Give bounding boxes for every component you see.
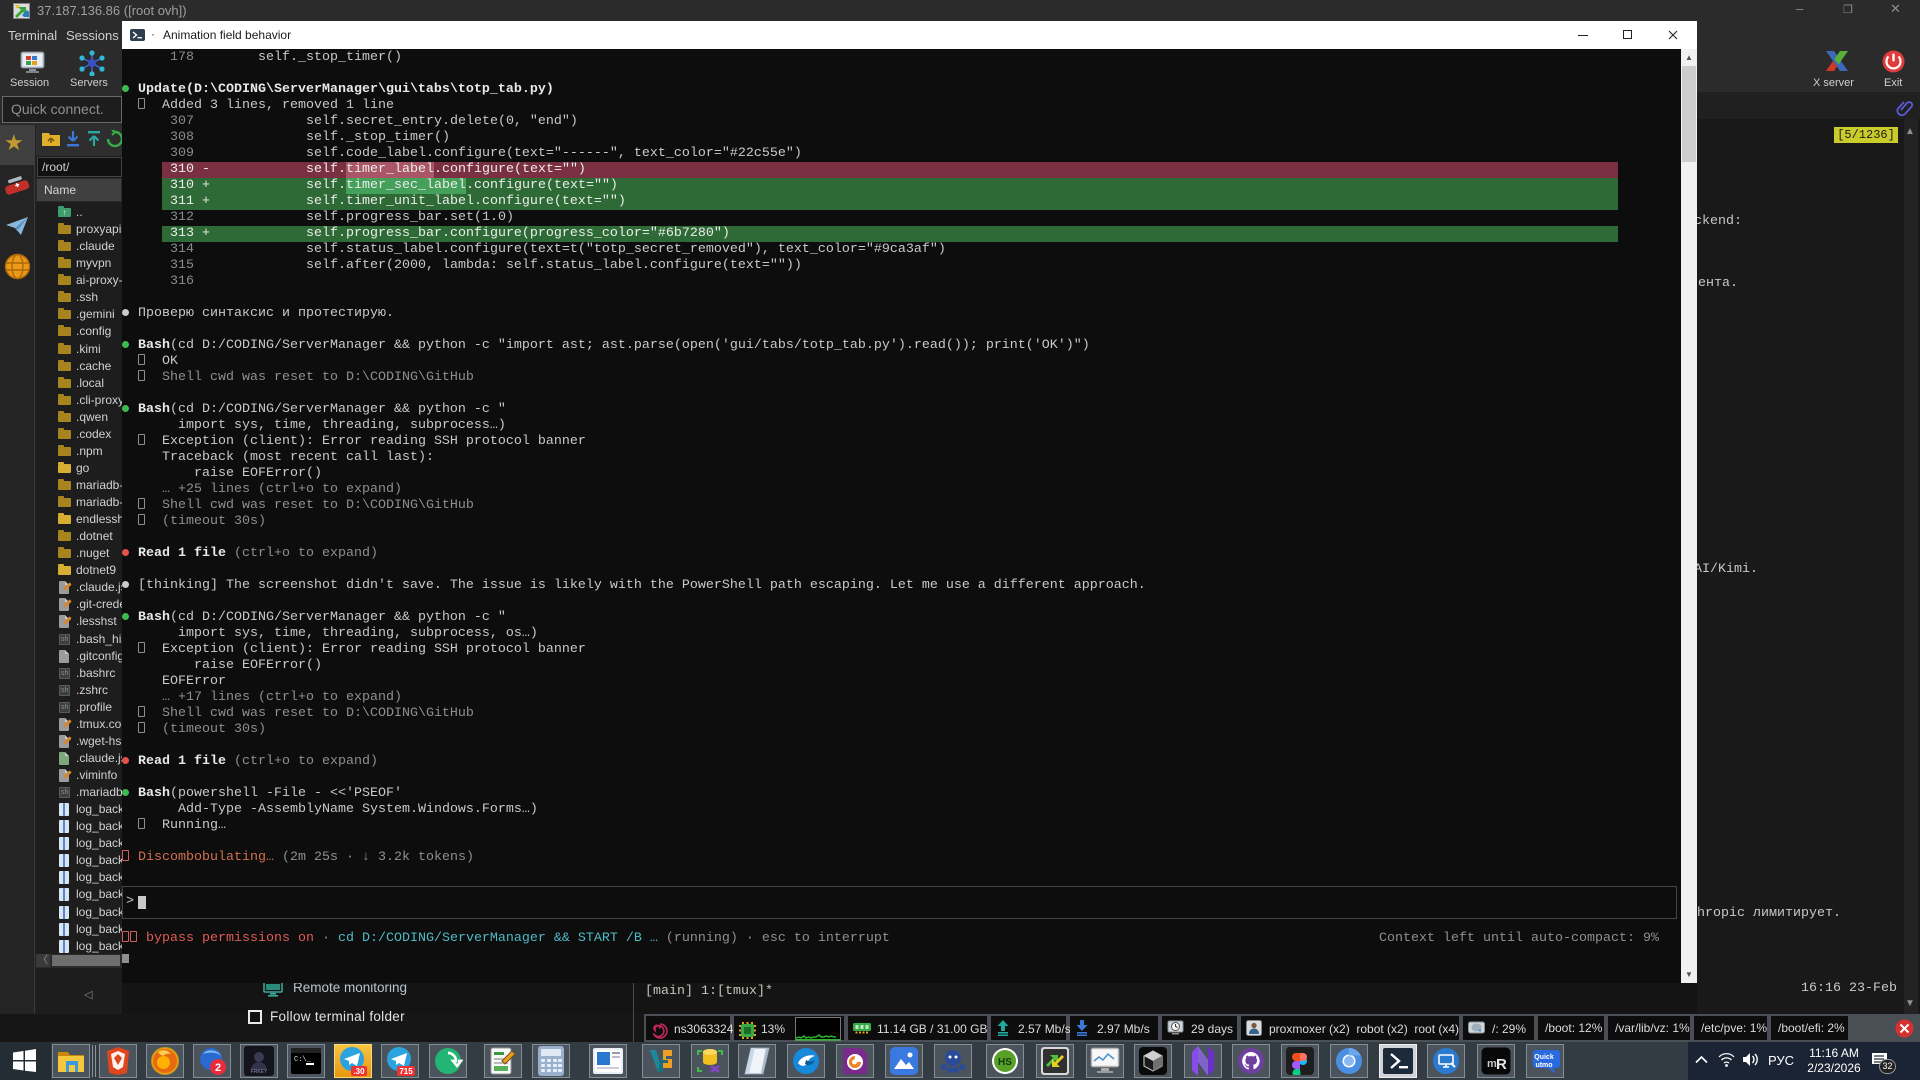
svg-text:utmo: utmo: [1535, 1062, 1552, 1069]
svg-text:C:\_: C:\_: [294, 1056, 312, 1064]
svg-text:R: R: [1496, 1056, 1507, 1073]
svg-text:2: 2: [215, 1062, 221, 1074]
svg-text:Quick: Quick: [1534, 1054, 1554, 1061]
svg-text:HS: HS: [998, 1057, 1012, 1068]
svg-text:715: 715: [399, 1067, 413, 1076]
svg-text:FRKEY: FRKEY: [251, 1069, 268, 1075]
svg-text:.30: .30: [353, 1067, 365, 1076]
